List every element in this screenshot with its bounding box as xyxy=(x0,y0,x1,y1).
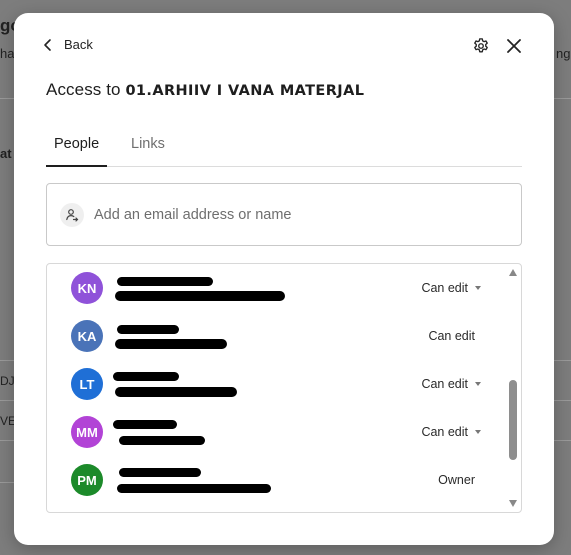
backdrop-divider xyxy=(0,98,14,99)
permission-dropdown[interactable]: Can edit xyxy=(421,425,481,439)
permission-label: Can edit xyxy=(421,281,468,295)
avatar: LT xyxy=(71,368,103,400)
tab-people[interactable]: People xyxy=(54,136,99,152)
redacted-member-name xyxy=(115,466,295,496)
avatar: KN xyxy=(71,272,103,304)
title-prefix: Access to xyxy=(46,80,121,99)
permission-label: Can edit xyxy=(421,425,468,439)
chevron-left-icon xyxy=(44,38,51,51)
member-row: KA Can edit xyxy=(47,312,505,360)
caret-down-icon xyxy=(475,430,481,434)
backdrop-text-fragment-right: ng xyxy=(556,46,571,61)
backdrop-divider xyxy=(0,360,14,361)
scrollbar-thumb[interactable] xyxy=(509,380,517,460)
redacted-member-name xyxy=(113,418,295,448)
tab-bar: People Links xyxy=(46,134,522,167)
member-list: KN Can edit KA Can edit LT Can edit MM C… xyxy=(46,263,522,513)
member-row: PM Owner xyxy=(47,456,505,504)
back-label: Back xyxy=(64,37,93,52)
backdrop-divider xyxy=(554,360,571,361)
backdrop-divider xyxy=(0,482,14,483)
share-dialog: Back Access to 01.ARHIIV I VANA MATERJAL… xyxy=(14,13,554,545)
redacted-member-name xyxy=(113,370,295,400)
caret-down-icon xyxy=(475,286,481,290)
dialog-title: Access to 01.ARHIIV I VANA MATERJAL xyxy=(46,80,364,100)
gear-icon[interactable] xyxy=(472,37,490,55)
add-person-icon xyxy=(60,202,84,227)
avatar: MM xyxy=(71,416,103,448)
redacted-member-name xyxy=(115,322,295,352)
permission-label: Owner xyxy=(438,473,475,487)
scroll-up-arrow-icon[interactable] xyxy=(509,269,517,276)
backdrop-divider xyxy=(554,400,571,401)
avatar: KA xyxy=(71,320,103,352)
email-or-name-input[interactable] xyxy=(94,206,474,223)
avatar: PM xyxy=(71,464,103,496)
caret-down-icon xyxy=(475,382,481,386)
permission-dropdown[interactable]: Can edit xyxy=(421,281,481,295)
active-tab-indicator xyxy=(46,165,107,167)
permission-label-static: Can edit xyxy=(428,329,475,343)
folder-name: 01.ARHIIV I VANA MATERJAL xyxy=(125,83,365,99)
back-button[interactable]: Back xyxy=(42,37,93,52)
member-row: LT Can edit xyxy=(47,360,505,408)
member-row: MM Can edit xyxy=(47,408,505,456)
permission-label: Can edit xyxy=(421,377,468,391)
add-people-field[interactable] xyxy=(46,183,522,246)
scroll-down-arrow-icon[interactable] xyxy=(509,500,517,507)
backdrop-divider xyxy=(0,440,14,441)
backdrop-text-fragment: ha xyxy=(0,46,15,61)
close-icon[interactable] xyxy=(505,37,523,55)
redacted-member-name xyxy=(115,274,295,304)
permission-label-static: Owner xyxy=(438,473,475,487)
member-list-scrollbar[interactable] xyxy=(505,264,521,512)
member-row: KN Can edit xyxy=(47,264,505,312)
permission-dropdown[interactable]: Can edit xyxy=(421,377,481,391)
backdrop-text-fragment: at xyxy=(0,146,12,161)
permission-label: Can edit xyxy=(428,329,475,343)
backdrop-divider xyxy=(554,440,571,441)
backdrop-divider xyxy=(554,98,571,99)
tab-links[interactable]: Links xyxy=(131,136,165,152)
backdrop-divider xyxy=(0,400,14,401)
